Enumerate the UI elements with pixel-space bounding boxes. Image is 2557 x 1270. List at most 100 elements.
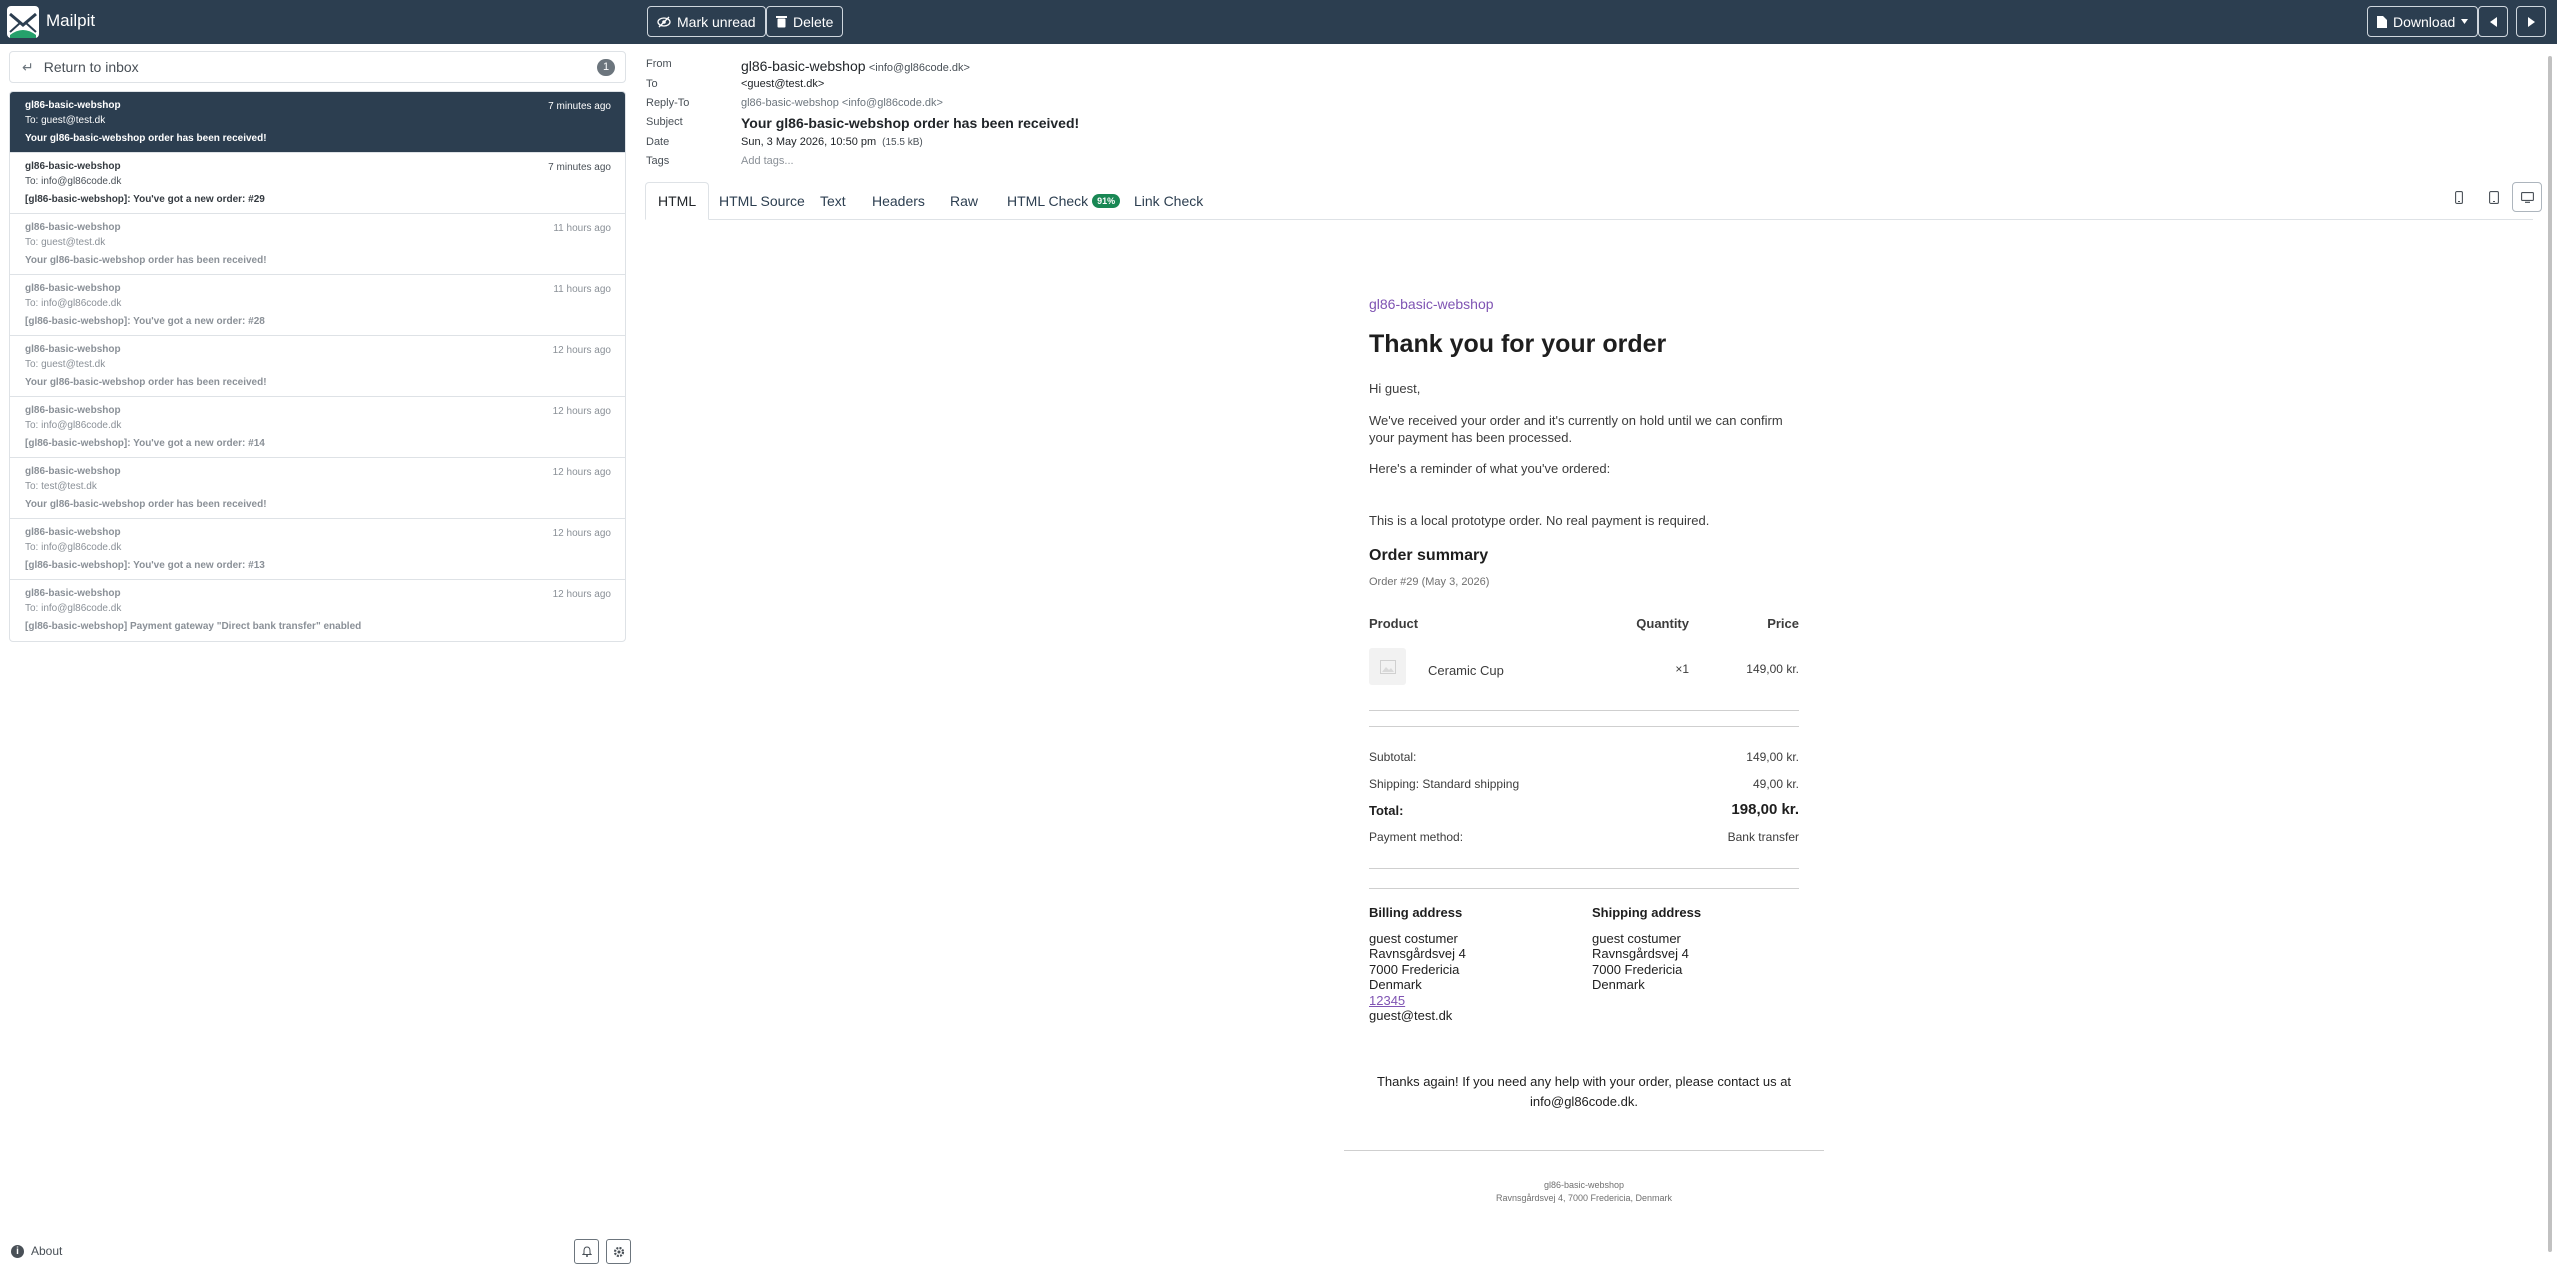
tab-html-label: HTML bbox=[658, 193, 697, 209]
about-link[interactable]: i About bbox=[11, 1244, 62, 1258]
app-title[interactable]: Mailpit bbox=[46, 11, 95, 31]
shipping-value: 49,00 kr. bbox=[1752, 777, 1799, 791]
mobile-view-button[interactable] bbox=[2444, 182, 2474, 212]
notifications-button[interactable] bbox=[574, 1239, 599, 1264]
tablet-icon bbox=[2489, 190, 2499, 204]
delete-label: Delete bbox=[793, 13, 834, 30]
message-list-item[interactable]: gl86-basic-webshop To: guest@test.dk You… bbox=[10, 92, 625, 153]
subject-label: Subject bbox=[646, 116, 683, 128]
tab-link-check[interactable]: Link Check bbox=[1122, 182, 1215, 220]
tab-html[interactable]: HTML bbox=[645, 182, 710, 220]
tab-html-source[interactable]: HTML Source bbox=[707, 182, 817, 220]
message-to: To: info@gl86code.dk bbox=[25, 420, 122, 431]
tab-text[interactable]: Text bbox=[808, 182, 858, 220]
unread-count-badge: 1 bbox=[597, 59, 615, 76]
col-quantity: Quantity bbox=[1636, 616, 1689, 631]
message-list-item[interactable]: gl86-basic-webshop To: info@gl86code.dk … bbox=[10, 519, 625, 580]
message-list-item[interactable]: gl86-basic-webshop To: info@gl86code.dk … bbox=[10, 153, 625, 214]
total-label: Total: bbox=[1369, 803, 1404, 818]
tab-link-check-label: Link Check bbox=[1134, 193, 1204, 209]
desktop-view-button[interactable] bbox=[2512, 182, 2542, 212]
tab-raw-label: Raw bbox=[950, 193, 979, 209]
preview-scrollbar[interactable] bbox=[2545, 46, 2555, 1262]
mark-unread-button[interactable]: Mark unread bbox=[647, 6, 766, 37]
shipping-city: 7000 Fredericia bbox=[1592, 962, 1683, 977]
html-check-score-badge: 91% bbox=[1092, 194, 1121, 208]
billing-phone-link[interactable]: 12345 bbox=[1369, 993, 1405, 1009]
billing-city: 7000 Fredericia bbox=[1369, 962, 1460, 977]
mailpit-logo-icon[interactable] bbox=[6, 5, 40, 39]
billing-country: Denmark bbox=[1369, 977, 1422, 992]
message-from: gl86-basic-webshop bbox=[25, 161, 121, 172]
message-from: gl86-basic-webshop bbox=[25, 405, 121, 416]
settings-button[interactable] bbox=[606, 1239, 631, 1264]
delete-button[interactable]: Delete bbox=[766, 6, 844, 37]
subtotal-value: 149,00 kr. bbox=[1746, 750, 1799, 764]
message-to: To: guest@test.dk bbox=[25, 237, 106, 248]
from-name: gl86-basic-webshop bbox=[741, 58, 866, 74]
message-list-item[interactable]: gl86-basic-webshop To: info@gl86code.dk … bbox=[10, 580, 625, 641]
col-product: Product bbox=[1369, 616, 1419, 631]
order-meta: Order #29 (May 3, 2026) bbox=[1369, 576, 1490, 588]
message-subject: Your gl86-basic-webshop order has been r… bbox=[25, 255, 267, 266]
payment-method-label: Payment method: bbox=[1369, 830, 1464, 844]
message-subject: [gl86-basic-webshop] Payment gateway "Di… bbox=[25, 621, 362, 632]
col-price: Price bbox=[1767, 616, 1799, 631]
message-from: gl86-basic-webshop bbox=[25, 283, 121, 294]
tablet-view-button[interactable] bbox=[2479, 182, 2509, 212]
email-footer: gl86-basic-webshop Ravnsgårdsvej 4, 7000… bbox=[1344, 1179, 1824, 1205]
message-list: gl86-basic-webshop To: guest@test.dk You… bbox=[9, 91, 626, 642]
top-bar: Mailpit Mark unread Delete Download bbox=[0, 0, 2557, 44]
message-subject: Your gl86-basic-webshop order has been r… bbox=[25, 133, 267, 144]
message-time: 12 hours ago bbox=[552, 406, 611, 417]
message-list-item[interactable]: gl86-basic-webshop To: info@gl86code.dk … bbox=[10, 275, 625, 336]
view-tabs: HTML HTML Source Text Headers Raw HTML C… bbox=[645, 182, 2542, 220]
email-prototype-note: This is a local prototype order. No real… bbox=[1369, 513, 1710, 528]
tab-raw[interactable]: Raw bbox=[938, 182, 990, 220]
payment-method-value: Bank transfer bbox=[1727, 830, 1799, 844]
about-label: About bbox=[31, 1244, 63, 1258]
file-icon bbox=[2377, 15, 2387, 28]
message-list-item[interactable]: gl86-basic-webshop To: guest@test.dk You… bbox=[10, 214, 625, 275]
tab-text-label: Text bbox=[820, 193, 846, 209]
previous-message-button[interactable] bbox=[2478, 6, 2508, 37]
message-subject: [gl86-basic-webshop]: You've got a new o… bbox=[25, 438, 265, 449]
download-dropdown-button[interactable]: Download bbox=[2367, 6, 2479, 37]
message-subject: [gl86-basic-webshop]: You've got a new o… bbox=[25, 316, 265, 327]
display-icon bbox=[2520, 191, 2534, 203]
shipping-country: Denmark bbox=[1592, 977, 1645, 992]
message-list-item[interactable]: gl86-basic-webshop To: info@gl86code.dk … bbox=[10, 397, 625, 458]
scrollbar-thumb[interactable] bbox=[2548, 56, 2552, 1252]
date-text: Sun, 3 May 2026, 10:50 pm bbox=[741, 136, 877, 148]
return-to-inbox-link[interactable]: ↵ Return to inbox 1 bbox=[9, 51, 626, 83]
tags-input[interactable]: Add tags... bbox=[741, 155, 794, 167]
message-from: gl86-basic-webshop bbox=[25, 466, 121, 477]
from-value: gl86-basic-webshop <info@gl86code.dk> bbox=[741, 58, 970, 74]
tab-headers[interactable]: Headers bbox=[860, 182, 937, 220]
email-reminder: Here's a reminder of what you've ordered… bbox=[1369, 461, 1611, 476]
eye-slash-icon bbox=[657, 16, 671, 27]
message-to: To: guest@test.dk bbox=[25, 115, 106, 126]
bell-icon bbox=[581, 1246, 592, 1257]
message-list-item[interactable]: gl86-basic-webshop To: guest@test.dk You… bbox=[10, 336, 625, 397]
billing-street: Ravnsgårdsvej 4 bbox=[1369, 946, 1466, 961]
divider bbox=[1369, 868, 1799, 869]
message-time: 11 hours ago bbox=[553, 223, 611, 234]
message-from: gl86-basic-webshop bbox=[25, 222, 121, 233]
footer-divider bbox=[1344, 1150, 1824, 1151]
next-message-button[interactable] bbox=[2516, 6, 2546, 37]
reply-to-label: Reply-To bbox=[646, 97, 690, 109]
message-to: To: info@gl86code.dk bbox=[25, 603, 122, 614]
email-heading: Thank you for your order bbox=[1369, 330, 1667, 358]
from-email: <info@gl86code.dk> bbox=[868, 62, 970, 74]
email-brand: gl86-basic-webshop bbox=[1369, 296, 1494, 312]
message-subject: [gl86-basic-webshop]: You've got a new o… bbox=[25, 194, 265, 205]
caret-left-icon bbox=[2489, 16, 2497, 27]
mark-unread-label: Mark unread bbox=[677, 13, 756, 30]
tab-html-check[interactable]: HTML Check 91% bbox=[995, 182, 1132, 220]
download-label: Download bbox=[2393, 13, 2456, 30]
message-to: To: guest@test.dk bbox=[25, 359, 106, 370]
tab-html-check-label: HTML Check bbox=[1007, 193, 1089, 209]
message-list-item[interactable]: gl86-basic-webshop To: test@test.dk Your… bbox=[10, 458, 625, 519]
subtotal-label: Subtotal: bbox=[1369, 750, 1417, 764]
